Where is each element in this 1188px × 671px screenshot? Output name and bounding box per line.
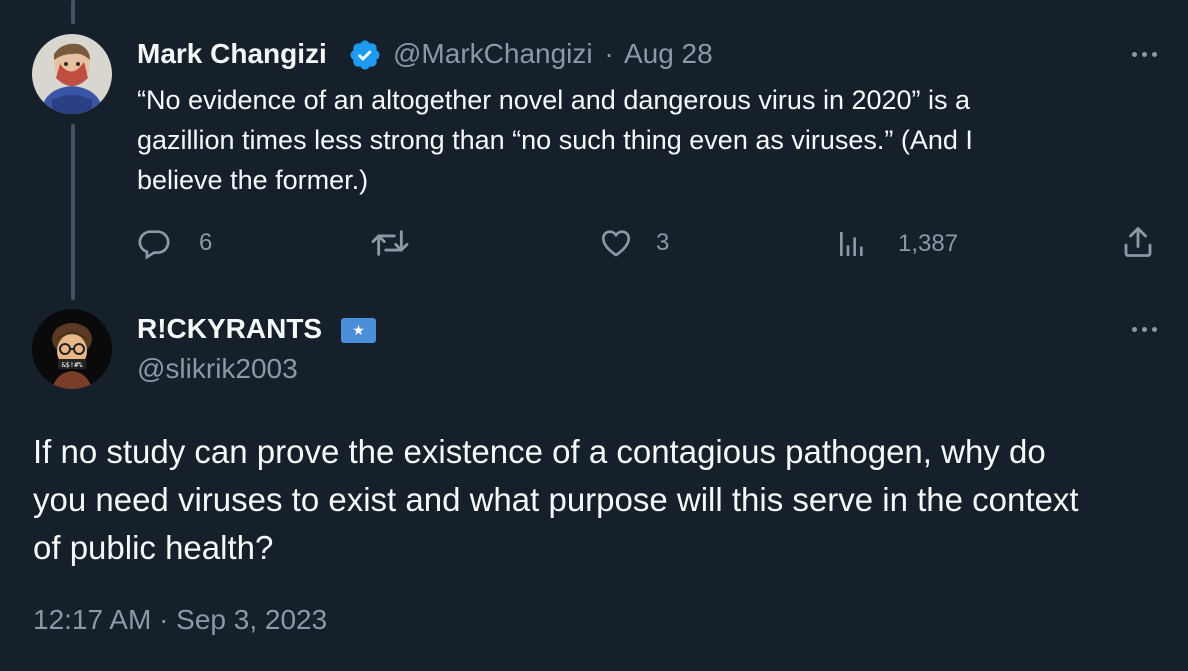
svg-text:&$!#%: &$!#% bbox=[61, 361, 83, 369]
parent-text-line: “No evidence of an altogether novel and … bbox=[137, 85, 971, 115]
main-text-line: If no study can prove the existence of a… bbox=[33, 433, 1046, 470]
retweet-icon bbox=[371, 230, 409, 256]
share-icon bbox=[1124, 227, 1152, 257]
more-icon bbox=[1132, 52, 1137, 57]
main-handle[interactable]: @slikrik2003 bbox=[137, 353, 298, 385]
reply-icon bbox=[138, 230, 170, 260]
parent-handle-line: @MarkChangizi · Aug 28 bbox=[393, 38, 713, 70]
parent-text-line: gazillion times less strong than “no suc… bbox=[137, 125, 973, 155]
parent-handle[interactable]: @MarkChangizi bbox=[393, 38, 593, 69]
parent-date[interactable]: Aug 28 bbox=[624, 38, 713, 69]
parent-more-button[interactable] bbox=[1130, 44, 1170, 64]
thread-line-top bbox=[71, 0, 75, 24]
main-avatar[interactable]: &$!#% bbox=[32, 309, 112, 389]
parent-author-name[interactable]: Mark Changizi bbox=[137, 38, 327, 70]
main-tweet-text: If no study can prove the existence of a… bbox=[33, 428, 1163, 572]
tweet-thread: Mark Changizi @MarkChangizi · Aug 28 “No… bbox=[0, 0, 1188, 671]
tweet-timestamp[interactable]: 12:17 AM · Sep 3, 2023 bbox=[33, 604, 327, 636]
views-icon bbox=[840, 232, 863, 256]
like-count: 3 bbox=[656, 229, 670, 256]
main-author-name[interactable]: R!CKYRANTS bbox=[137, 313, 322, 345]
heart-icon bbox=[601, 230, 631, 257]
main-text-line: of public health? bbox=[33, 529, 274, 566]
more-icon bbox=[1132, 327, 1137, 332]
retweet-button[interactable] bbox=[370, 226, 436, 260]
parent-avatar[interactable] bbox=[32, 34, 112, 114]
views-count: 1,387 bbox=[898, 230, 959, 257]
reply-count: 6 bbox=[199, 229, 213, 256]
main-text-line: you need viruses to exist and what purpo… bbox=[33, 481, 1079, 518]
like-button[interactable]: 3 bbox=[598, 226, 669, 260]
thread-line-middle bbox=[71, 124, 75, 300]
parent-text-line: believe the former.) bbox=[137, 165, 369, 195]
main-more-button[interactable] bbox=[1130, 319, 1170, 339]
verified-badge-icon bbox=[350, 40, 380, 70]
share-button[interactable] bbox=[1120, 224, 1156, 260]
parent-tweet-text: “No evidence of an altogether novel and … bbox=[137, 80, 1147, 200]
views-button[interactable]: 1,387 bbox=[836, 228, 958, 260]
reply-button[interactable]: 6 bbox=[137, 226, 212, 260]
star-badge-icon: ★ bbox=[341, 318, 376, 343]
handle-separator: · bbox=[604, 38, 614, 69]
